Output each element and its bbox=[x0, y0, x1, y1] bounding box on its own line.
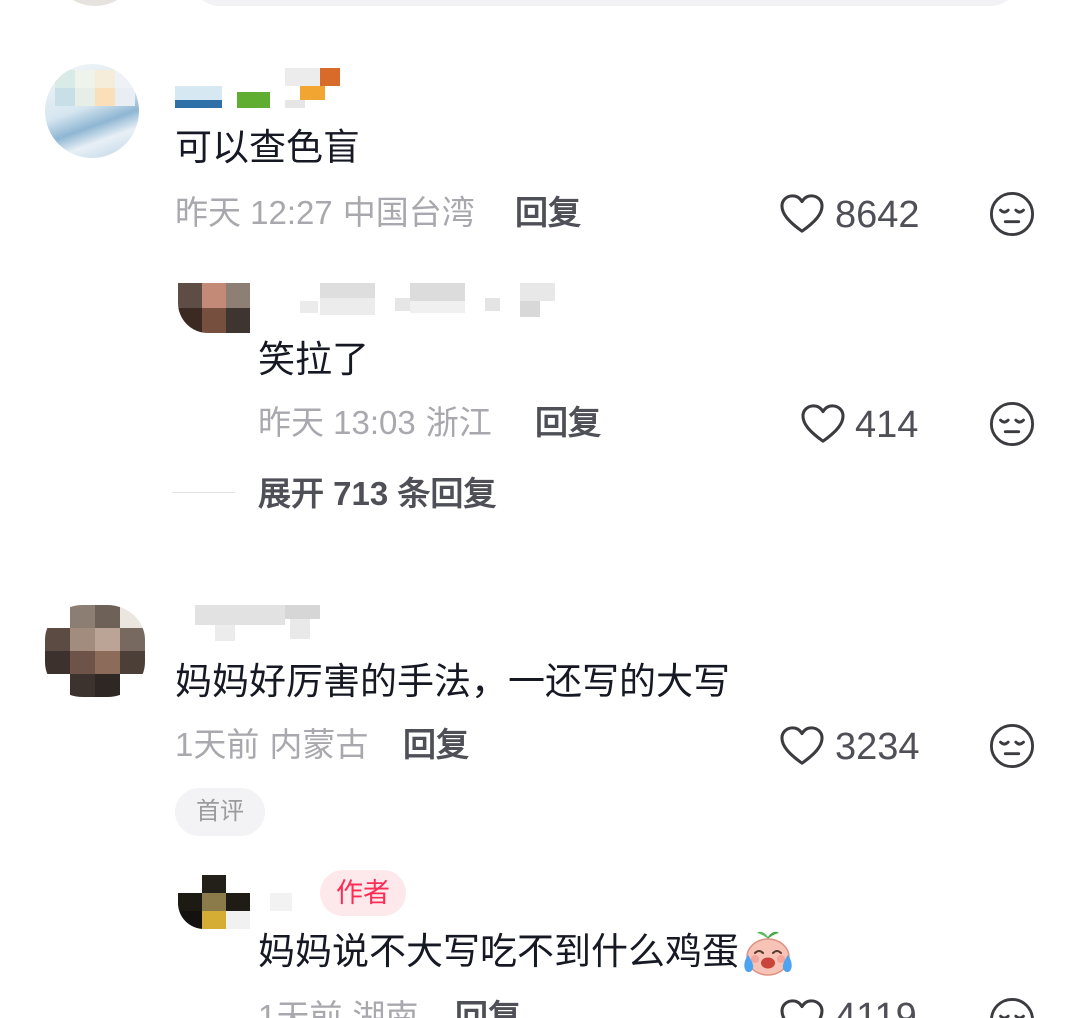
first-comment-badge: 首评 bbox=[175, 788, 265, 836]
unamused-face-icon[interactable] bbox=[989, 723, 1035, 769]
username-pixelated[interactable] bbox=[175, 66, 345, 112]
comment-time: 昨天 12:27 bbox=[175, 194, 333, 231]
comment-text: 妈妈好厉害的手法，一还写的大写 bbox=[175, 661, 730, 702]
previous-avatar-edge[interactable] bbox=[51, 0, 139, 6]
like-count: 414 bbox=[855, 404, 919, 446]
expand-replies-button[interactable]: 展开 713 条回复 bbox=[258, 475, 496, 513]
top-edge-fragment bbox=[51, 0, 1020, 6]
reply-button[interactable]: 回复 bbox=[515, 194, 581, 232]
reply-text: 笑拉了 bbox=[258, 339, 369, 380]
unamused-face-icon[interactable] bbox=[989, 401, 1035, 447]
reply-time: 昨天 13:03 bbox=[258, 404, 416, 441]
reply-button[interactable]: 回复 bbox=[403, 726, 469, 764]
like-count: 3234 bbox=[835, 726, 920, 768]
reply-time: 1天前 bbox=[258, 998, 343, 1018]
reply-button[interactable]: 回复 bbox=[535, 404, 601, 442]
reply-location: 湖南 bbox=[352, 998, 419, 1018]
like-count: 4119 bbox=[835, 998, 917, 1018]
reply-avatar[interactable] bbox=[178, 283, 250, 333]
previous-bar-edge[interactable] bbox=[190, 0, 1020, 6]
heart-icon[interactable] bbox=[779, 998, 825, 1018]
avatar[interactable] bbox=[45, 605, 145, 697]
avatar[interactable] bbox=[45, 64, 139, 158]
comment-location: 内蒙古 bbox=[269, 726, 369, 763]
reply-username-pixelated[interactable] bbox=[300, 283, 558, 319]
comment-text: 可以查色盲 bbox=[175, 127, 360, 168]
author-badge: 作者 bbox=[320, 870, 406, 916]
reply-username-pixelated[interactable] bbox=[270, 893, 292, 911]
heart-icon[interactable] bbox=[779, 725, 825, 767]
reply-text: 妈妈说不大写吃不到什么鸡蛋 bbox=[258, 931, 739, 972]
comment-location: 中国台湾 bbox=[342, 194, 475, 231]
comment-meta: 昨天 12:27 中国台湾 bbox=[175, 194, 475, 232]
reply-button[interactable]: 回复 bbox=[455, 998, 521, 1018]
comment-section: 可以查色盲 昨天 12:27 中国台湾 回复 8642 笑拉了 昨天 13:03 浙… bbox=[0, 0, 1080, 1018]
comment-time: 1天前 bbox=[175, 726, 260, 763]
comment-meta: 1天前 内蒙古 bbox=[175, 726, 368, 764]
reply-avatar[interactable] bbox=[178, 875, 250, 929]
crying-emoji-icon bbox=[744, 931, 792, 976]
reply-location: 浙江 bbox=[425, 404, 492, 441]
username-pixelated[interactable] bbox=[195, 605, 323, 643]
heart-icon[interactable] bbox=[800, 403, 846, 445]
unamused-face-icon[interactable] bbox=[989, 997, 1035, 1018]
reply-meta: 1天前 湖南 bbox=[258, 998, 418, 1018]
unamused-face-icon[interactable] bbox=[989, 191, 1035, 237]
reply-meta: 昨天 13:03 浙江 bbox=[258, 404, 492, 442]
like-count: 8642 bbox=[835, 194, 920, 236]
heart-icon[interactable] bbox=[779, 193, 825, 235]
expand-divider bbox=[172, 492, 235, 493]
